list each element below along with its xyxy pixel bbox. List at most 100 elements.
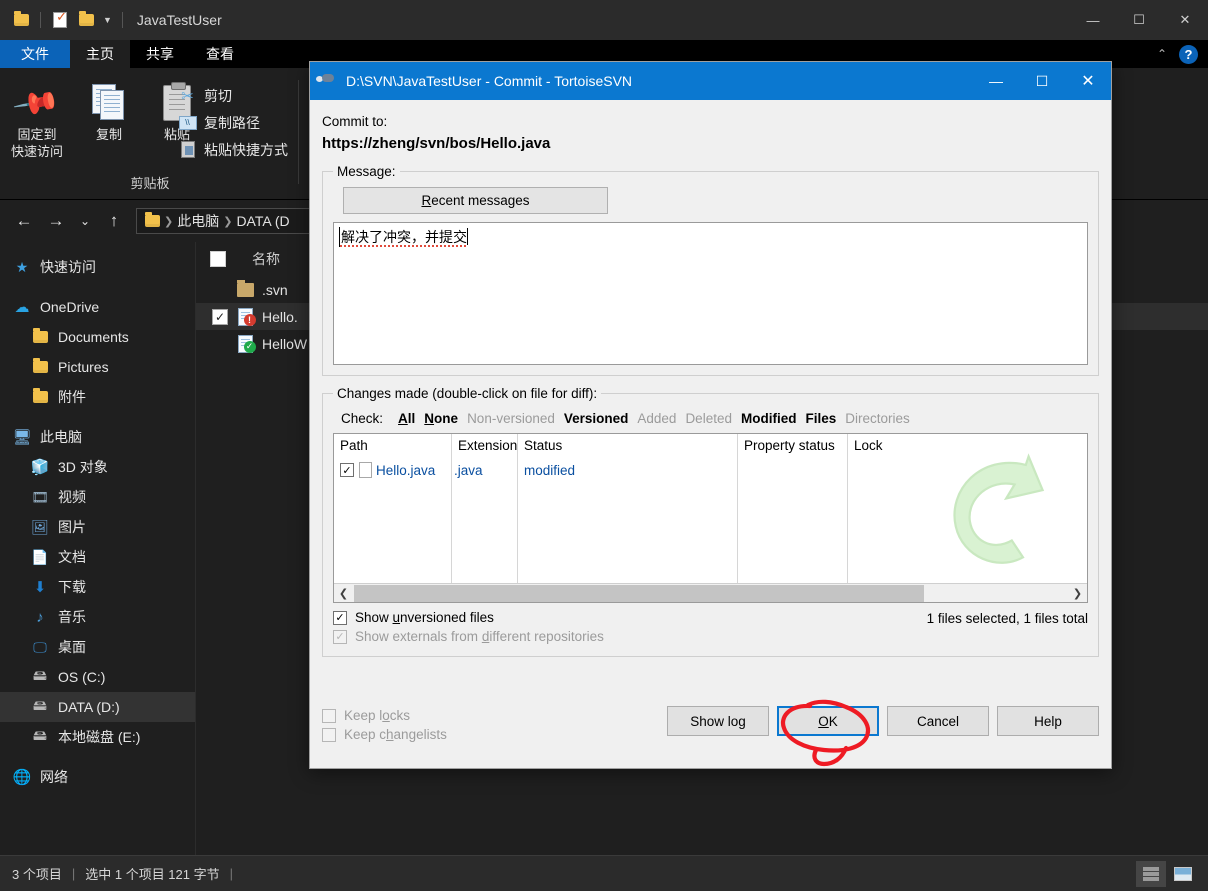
paste-shortcut-button[interactable]: 粘贴快捷方式 xyxy=(178,136,288,163)
close-button[interactable]: ✕ xyxy=(1162,0,1208,40)
sidebar-item-quick-access[interactable]: ★ 快速访问 xyxy=(0,252,195,282)
check-link-none[interactable]: None xyxy=(424,411,458,426)
column-header-name[interactable]: 名称 xyxy=(252,249,280,269)
check-link-non-versioned: Non-versioned xyxy=(467,411,555,426)
tab-home[interactable]: 主页 xyxy=(70,40,130,68)
sidebar-item-downloads[interactable]: ⬇ 下载 xyxy=(0,572,195,602)
sidebar-item-videos[interactable]: 🎞 视频 xyxy=(0,482,195,512)
cancel-button[interactable]: Cancel xyxy=(887,706,989,736)
3d-objects-icon: 🧊 xyxy=(30,459,50,476)
show-unversioned-files-label: Show unversioned files xyxy=(355,610,494,625)
maximize-button[interactable]: ☐ xyxy=(1116,0,1162,40)
check-link-versioned[interactable]: Versioned xyxy=(564,411,629,426)
collapse-ribbon-chevron-up-icon[interactable]: ⌃ xyxy=(1157,47,1167,61)
changes-table-header: Path Extension Status Property status Lo… xyxy=(334,434,1087,602)
show-unversioned-files-checkbox[interactable]: ✓ Show unversioned files xyxy=(333,610,927,625)
dialog-minimize-button[interactable]: — xyxy=(973,62,1019,100)
forward-button[interactable]: → xyxy=(40,205,72,237)
ribbon-group-clipboard: 📌 固定到 快速访问 复制 粘贴 ✂ 剪切 \\ 复制路径 粘贴快捷方式 剪贴板 xyxy=(0,72,300,196)
check-link-modified[interactable]: Modified xyxy=(741,411,797,426)
back-button[interactable]: ← xyxy=(8,205,40,237)
recent-locations-chevron-down-icon[interactable]: ⌄ xyxy=(72,205,98,237)
copy-path-icon: \\ xyxy=(178,113,197,132)
cut-button[interactable]: ✂ 剪切 xyxy=(178,82,288,109)
explorer-window-controls: — ☐ ✕ xyxy=(1070,0,1208,40)
changes-options-left: ✓ Show unversioned files ✓ Show external… xyxy=(333,610,927,648)
tab-share[interactable]: 共享 xyxy=(130,40,190,68)
ok-button[interactable]: OK xyxy=(777,706,879,736)
scroll-right-icon[interactable]: ❯ xyxy=(1068,584,1087,603)
sidebar-label: 图片 xyxy=(58,519,86,535)
keep-changelists-label: Keep changelists xyxy=(344,727,447,742)
tab-file[interactable]: 文件 xyxy=(0,40,70,68)
recent-messages-button[interactable]: Recent messages xyxy=(343,187,608,214)
select-all-checkbox[interactable] xyxy=(210,251,226,267)
sidebar-item-desktop[interactable]: 🖵 桌面 xyxy=(0,632,195,662)
breadcrumb-item-this-pc[interactable]: 此电脑 xyxy=(177,211,219,231)
sidebar-item-network[interactable]: 🌐 网络 xyxy=(0,762,195,792)
ribbon-right-controls: ⌃ ? xyxy=(1157,40,1208,68)
changes-table[interactable]: Path Extension Status Property status Lo… xyxy=(333,433,1088,603)
sidebar-item-onedrive[interactable]: ☁ OneDrive xyxy=(0,292,195,322)
checkbox-box xyxy=(322,708,336,723)
check-link-all[interactable]: All xyxy=(398,411,415,426)
dialog-maximize-button[interactable]: ☐ xyxy=(1019,62,1065,100)
copy-path-button[interactable]: \\ 复制路径 xyxy=(178,109,288,136)
sidebar-label: 网络 xyxy=(40,769,68,785)
scrollbar-track[interactable] xyxy=(353,583,1068,602)
drive-windows-icon: 🖴 xyxy=(32,667,48,683)
cell-path: Hello.java xyxy=(376,462,436,478)
breadcrumb-item-data-drive[interactable]: DATA (D xyxy=(236,213,289,229)
sidebar-item-os-c[interactable]: 🖴 OS (C:) xyxy=(0,662,195,692)
commit-message-input[interactable]: 解决了冲突，并提交 xyxy=(333,222,1088,365)
sidebar-item-this-pc[interactable]: 🖥 此电脑 xyxy=(0,422,195,452)
table-row[interactable]: ✓ Hello.java .java modified xyxy=(334,459,1044,481)
large-icons-view-icon[interactable] xyxy=(1168,861,1198,887)
copy-button[interactable]: 复制 xyxy=(72,80,146,143)
copy-path-label: 复制路径 xyxy=(204,114,260,131)
sidebar-item-local-disk-e[interactable]: 🖴 本地磁盘 (E:) xyxy=(0,722,195,752)
folder-icon[interactable] xyxy=(8,5,34,35)
dialog-close-button[interactable]: ✕ xyxy=(1065,62,1111,100)
quick-access-toolbar[interactable]: ▼ xyxy=(0,0,129,40)
scroll-left-icon[interactable]: ❮ xyxy=(334,584,353,603)
music-icon: ♪ xyxy=(36,608,44,626)
keep-locks-checkbox: Keep locks xyxy=(322,708,642,723)
sidebar-item-documents-pc[interactable]: 📄 文档 xyxy=(0,542,195,572)
sidebar-item-data-d[interactable]: 🖴 DATA (D:) xyxy=(0,692,195,722)
sidebar-item-attachments[interactable]: 附件 xyxy=(0,382,195,412)
sidebar-item-music[interactable]: ♪ 音乐 xyxy=(0,602,195,632)
breadcrumb-folder-icon xyxy=(145,212,160,229)
tab-view[interactable]: 查看 xyxy=(190,40,250,68)
row-checkbox[interactable]: ✓ xyxy=(212,308,228,325)
dialog-title-bar: D:\SVN\JavaTestUser - Commit - TortoiseS… xyxy=(310,62,1111,100)
customize-chevron-down-icon[interactable]: ▼ xyxy=(99,15,116,25)
commit-to-label: Commit to: xyxy=(322,114,388,129)
help-icon[interactable]: ? xyxy=(1179,44,1198,64)
star-icon: ★ xyxy=(15,258,29,275)
sidebar-item-3d-objects[interactable]: 🧊 3D 对象 xyxy=(0,452,195,482)
properties-icon[interactable] xyxy=(47,5,73,35)
this-pc-icon: 🖥 xyxy=(12,429,32,446)
show-log-button[interactable]: Show log xyxy=(667,706,769,736)
pictures-icon: 🖼 xyxy=(31,518,49,535)
up-button[interactable]: ↑ xyxy=(98,205,130,237)
details-view-icon[interactable] xyxy=(1136,860,1166,887)
scrollbar-thumb[interactable] xyxy=(354,584,924,602)
text-caret xyxy=(467,228,468,245)
check-link-files[interactable]: Files xyxy=(805,411,836,426)
sidebar-item-pictures[interactable]: Pictures xyxy=(0,352,195,382)
list-item-label: .svn xyxy=(262,281,288,298)
network-icon: 🌐 xyxy=(12,769,32,786)
minimize-button[interactable]: — xyxy=(1070,0,1116,40)
new-folder-icon[interactable] xyxy=(73,5,99,35)
sidebar-item-documents[interactable]: Documents xyxy=(0,322,195,352)
row-checkbox[interactable]: ✓ xyxy=(340,463,354,477)
changes-options: ✓ Show unversioned files ✓ Show external… xyxy=(333,610,1088,648)
sidebar-label: 3D 对象 xyxy=(58,459,108,475)
pin-to-quick-access-button[interactable]: 📌 固定到 快速访问 xyxy=(0,79,74,160)
sidebar-item-pictures-pc[interactable]: 🖼 图片 xyxy=(0,512,195,542)
horizontal-scrollbar[interactable]: ❮ ❯ xyxy=(334,583,1087,602)
help-button[interactable]: Help xyxy=(997,706,1099,736)
